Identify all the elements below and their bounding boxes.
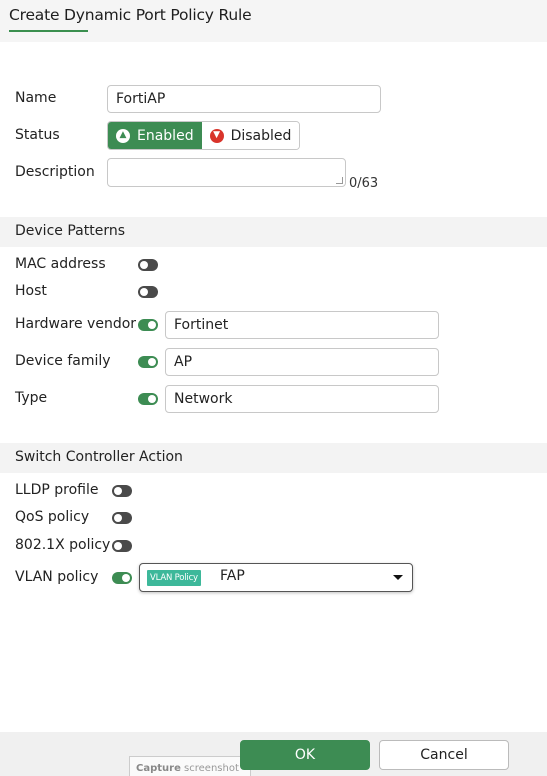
section-title-device-patterns: Device Patterns	[15, 223, 125, 239]
description-label: Description	[15, 164, 95, 180]
device-family-input[interactable]: AP	[165, 348, 439, 376]
section-title-switch-controller-action: Switch Controller Action	[15, 449, 183, 465]
device-family-toggle[interactable]	[138, 356, 158, 368]
qos-policy-toggle[interactable]	[112, 512, 132, 524]
name-label: Name	[15, 90, 57, 106]
hardware-vendor-input[interactable]: Fortinet	[165, 311, 439, 339]
capture-screenshot-overlay[interactable]: Capture screenshot	[129, 756, 251, 776]
status-label: Status	[15, 127, 60, 143]
mac-address-label: MAC address	[15, 256, 106, 272]
vlan-policy-toggle[interactable]	[112, 572, 132, 584]
host-label: Host	[15, 283, 47, 299]
ok-button[interactable]: OK	[240, 740, 370, 770]
capture-bold-text: Capture	[136, 763, 181, 774]
lldp-profile-toggle[interactable]	[112, 485, 132, 497]
type-input[interactable]: Network	[165, 385, 439, 413]
name-input[interactable]: FortiAP	[107, 85, 381, 113]
dot1x-policy-label: 802.1X policy	[15, 537, 111, 553]
vlan-policy-value: FAP	[220, 568, 245, 584]
hardware-vendor-label: Hardware vendor	[15, 316, 137, 332]
type-label: Type	[15, 390, 48, 406]
status-disabled-button[interactable]: ▼ Disabled	[201, 122, 300, 149]
device-family-label: Device family	[15, 353, 111, 369]
lldp-profile-label: LLDP profile	[15, 482, 99, 498]
hardware-vendor-toggle[interactable]	[138, 319, 158, 331]
title-underline	[9, 30, 88, 32]
description-counter: 0/63	[349, 176, 379, 191]
resize-handle[interactable]	[336, 177, 343, 184]
qos-policy-label: QoS policy	[15, 509, 90, 525]
page-title: Create Dynamic Port Policy Rule	[9, 6, 252, 24]
status-enabled-label: Enabled	[137, 127, 194, 144]
status-disabled-label: Disabled	[230, 127, 292, 144]
arrow-up-circle-icon: ▲	[116, 128, 130, 143]
status-toggle-group: ▲ Enabled ▼ Disabled	[107, 121, 301, 150]
capture-rest-text: screenshot	[180, 763, 239, 774]
dot1x-policy-toggle[interactable]	[112, 540, 132, 552]
cancel-button[interactable]: Cancel	[379, 740, 509, 770]
vlan-policy-badge: VLAN Policy	[147, 570, 201, 586]
status-enabled-button[interactable]: ▲ Enabled	[108, 122, 202, 149]
vlan-policy-select[interactable]: VLAN Policy FAP	[139, 563, 413, 592]
host-toggle[interactable]	[138, 286, 158, 298]
arrow-down-circle-icon: ▼	[209, 128, 224, 143]
type-toggle[interactable]	[138, 393, 158, 405]
vlan-policy-label: VLAN policy	[15, 569, 99, 585]
section-device-patterns: Device Patterns	[0, 217, 547, 247]
mac-address-toggle[interactable]	[138, 259, 158, 271]
section-switch-controller-action: Switch Controller Action	[0, 443, 547, 473]
description-textarea[interactable]	[107, 158, 346, 187]
dialog-header: Create Dynamic Port Policy Rule	[0, 0, 547, 42]
caret-down-icon	[393, 575, 403, 580]
